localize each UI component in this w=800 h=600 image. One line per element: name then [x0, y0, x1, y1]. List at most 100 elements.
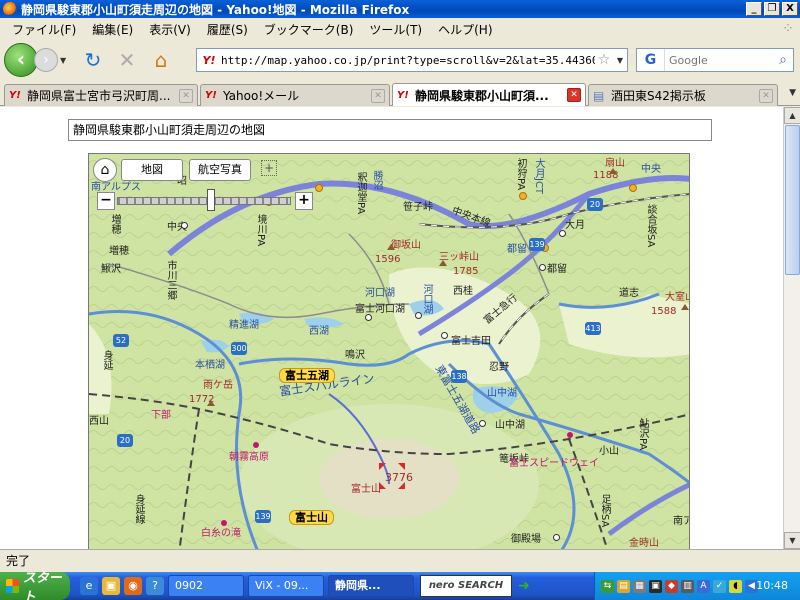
tab-label: Yahoo!メール: [223, 89, 300, 103]
task-button-vix[interactable]: ViX - 09...: [248, 575, 324, 597]
home-icon[interactable]: ⌂: [148, 47, 174, 73]
tab-label: 酒田東S42掲示板: [611, 89, 706, 103]
clock: 10:48: [756, 579, 788, 592]
menu-tools[interactable]: ツール(T): [361, 21, 430, 38]
tab-close-icon[interactable]: ✕: [759, 88, 773, 103]
tray-update-icon[interactable]: ✓: [713, 579, 726, 593]
interchange-marker: [519, 192, 527, 200]
area-tag-fujisan: 富士山: [289, 510, 334, 525]
map-label: 市川三郷: [165, 260, 176, 300]
forward-button[interactable]: ›: [34, 48, 58, 72]
page-scrollbar[interactable]: ▲ ▼: [783, 107, 800, 549]
map-label: 西山: [89, 416, 109, 427]
tray-network-icon[interactable]: ⇆: [601, 579, 614, 593]
map-label: 釈迦堂PA: [355, 172, 366, 215]
tab-close-icon[interactable]: ✕: [567, 88, 581, 102]
town-marker: [479, 420, 486, 427]
tray-safely-remove-icon[interactable]: ▤: [617, 579, 630, 593]
map-label: 1785: [453, 266, 479, 277]
nero-go-icon[interactable]: ➜: [514, 575, 534, 597]
map-label: 笹子峠: [403, 202, 433, 213]
center-crosshair-icon[interactable]: +: [261, 160, 277, 176]
route-shield: 300: [231, 342, 247, 355]
navigation-toolbar: ‹ › ▼ ↻ ✕ ⌂ Y! http://map.yahoo.co.jp/pr…: [0, 40, 800, 80]
map-label: 御殿場: [511, 534, 541, 545]
route-shield: 20: [117, 434, 133, 447]
menu-bookmarks[interactable]: ブックマーク(B): [256, 21, 362, 38]
ie-icon[interactable]: e: [80, 577, 98, 595]
tab-oyama-map[interactable]: Y! 静岡県駿東郡小山町須... ✕: [392, 83, 586, 106]
url-dropdown-icon[interactable]: ▼: [613, 56, 627, 65]
aerial-photo-button[interactable]: 航空写真: [189, 159, 251, 181]
zoom-out-button[interactable]: −: [97, 192, 115, 210]
search-engine-selector[interactable]: G: [637, 49, 665, 71]
history-dropdown-icon[interactable]: ▼: [60, 56, 72, 65]
start-button[interactable]: スタート: [0, 571, 70, 600]
map-label: 下部: [151, 410, 171, 421]
scroll-down-icon[interactable]: ▼: [784, 532, 800, 549]
close-button[interactable]: X: [782, 2, 798, 16]
bookmark-star-icon[interactable]: ☆: [595, 52, 613, 68]
firefox-icon[interactable]: ◉: [124, 577, 142, 595]
map-label: 中央: [641, 164, 661, 175]
tab-list-icon[interactable]: ▼: [789, 88, 796, 98]
back-button[interactable]: ‹: [4, 43, 38, 77]
map-label: 山中湖: [487, 388, 517, 399]
stop-icon[interactable]: ✕: [114, 47, 140, 73]
minimize-button[interactable]: _: [746, 2, 762, 16]
nero-search-box[interactable]: nero SEARCH: [420, 575, 512, 597]
map-home-icon[interactable]: ⌂: [93, 158, 117, 182]
peak-marker: [207, 400, 215, 406]
route-shield: 52: [113, 334, 129, 347]
map-label: 都留: [547, 264, 567, 275]
url-text[interactable]: http://map.yahoo.co.jp/print?type=scroll…: [221, 54, 595, 67]
window-buttons: _ ❐ X: [746, 2, 798, 16]
map-controls: ⌂ 地図 航空写真 + − +: [89, 154, 319, 224]
tab-close-icon[interactable]: ✕: [371, 88, 385, 103]
menu-help[interactable]: ヘルプ(H): [430, 21, 500, 38]
menu-edit[interactable]: 編集(E): [84, 21, 141, 38]
search-input[interactable]: [665, 53, 773, 67]
explorer-icon[interactable]: ▣: [102, 577, 120, 595]
reload-icon[interactable]: ↻: [80, 47, 106, 73]
task-button-0902[interactable]: 0902: [168, 575, 244, 597]
map-label: 富士吉田: [451, 336, 491, 347]
route-shield: 139: [255, 510, 271, 523]
map-label: 鳴沢: [345, 350, 365, 361]
search-bar: G ⌕: [636, 48, 794, 72]
maximize-button[interactable]: ❐: [764, 2, 780, 16]
zoom-slider[interactable]: [117, 197, 291, 205]
tab-fujinomiya[interactable]: Y! 静岡県富士宮市弓沢町周... ✕: [4, 84, 198, 106]
tray-monitor-icon[interactable]: ▣: [649, 579, 662, 593]
summit-elevation: 3776: [385, 471, 413, 484]
tray-app-icon[interactable]: ▦: [633, 579, 646, 593]
url-bar[interactable]: Y! http://map.yahoo.co.jp/print?type=scr…: [196, 48, 628, 72]
map-label: 本栖湖: [195, 360, 225, 371]
zoom-in-button[interactable]: +: [295, 192, 313, 210]
map-label: 大室山: [665, 292, 689, 303]
zoom-slider-thumb[interactable]: [207, 189, 215, 211]
scroll-thumb[interactable]: [785, 125, 800, 275]
tray-bluetooth-icon[interactable]: ◖: [729, 579, 742, 593]
menu-file[interactable]: ファイル(F): [4, 21, 84, 38]
menu-history[interactable]: 履歴(S): [199, 21, 256, 38]
tray-security-icon[interactable]: ◆: [665, 579, 678, 593]
status-bar: 完了: [0, 549, 800, 571]
map-label: 小山: [599, 446, 619, 457]
scroll-up-icon[interactable]: ▲: [784, 107, 800, 124]
search-go-icon[interactable]: ⌕: [773, 52, 793, 68]
tab-yahoo-mail[interactable]: Y! Yahoo!メール ✕: [200, 84, 390, 106]
site-favicon: Y!: [202, 53, 216, 67]
tab-close-icon[interactable]: ✕: [179, 88, 193, 103]
tray-input-icon[interactable]: A: [697, 579, 710, 593]
menu-view[interactable]: 表示(V): [141, 21, 199, 38]
map-view[interactable]: 南アルプス 昭 増穂 増穂 鰍沢 市川三郷 中央 境川PA 釈迦堂PA 勝沼 笹…: [88, 153, 690, 549]
tab-bbs[interactable]: ▤ 酒田東S42掲示板 ✕: [588, 84, 778, 106]
messenger-icon[interactable]: ?: [146, 577, 164, 595]
map-label: 談合坂SA: [645, 204, 656, 248]
map-label: 金時山: [629, 538, 659, 549]
peak-marker: [387, 244, 395, 250]
tray-print-icon[interactable]: ▥: [681, 579, 694, 593]
task-button-firefox[interactable]: 静岡県...: [328, 575, 414, 597]
map-type-button[interactable]: 地図: [121, 159, 183, 181]
